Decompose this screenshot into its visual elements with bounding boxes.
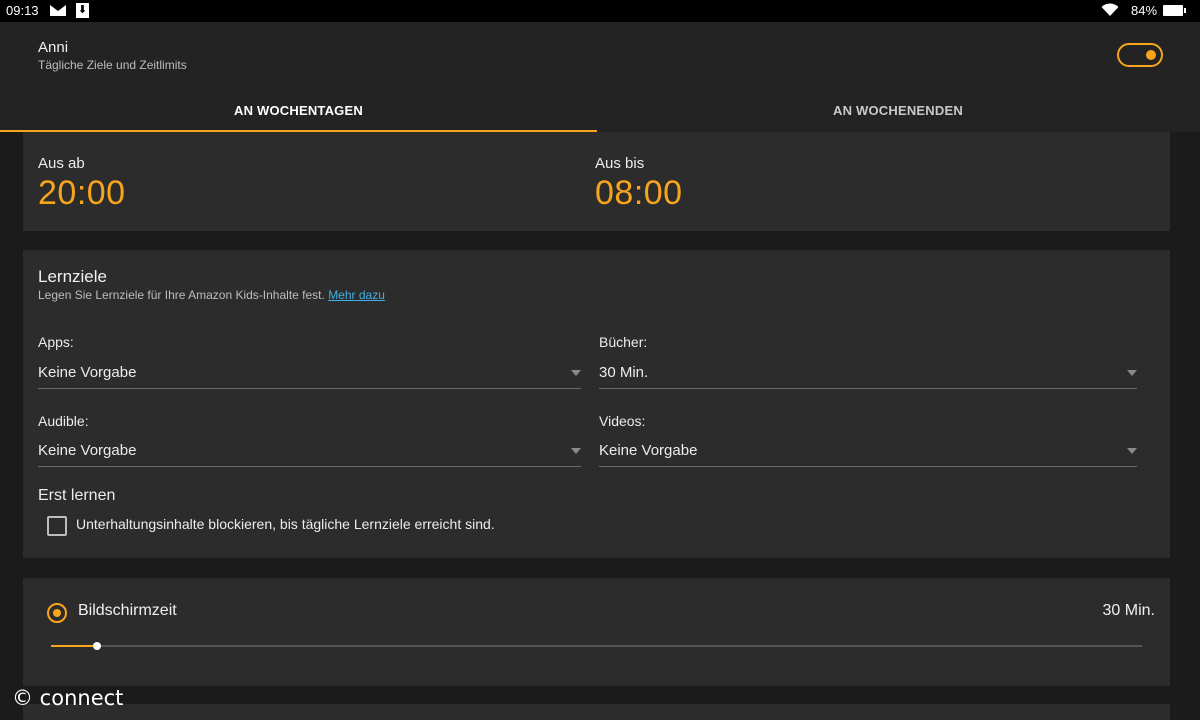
tab-weekends[interactable]: AN WOCHENENDEN <box>598 94 1198 132</box>
audible-label: Audible: <box>38 413 89 429</box>
chevron-down-icon <box>1127 370 1137 376</box>
tab-weekends-label: AN WOCHENENDEN <box>833 103 963 118</box>
audible-select[interactable]: Keine Vorgabe <box>38 436 581 467</box>
learn-more-link[interactable]: Mehr dazu <box>328 288 385 302</box>
audible-value: Keine Vorgabe <box>38 442 137 459</box>
wifi-icon <box>1101 3 1119 16</box>
download-icon: ⬇ <box>76 3 89 18</box>
status-time: 09:13 <box>6 3 39 18</box>
mail-icon <box>50 5 66 16</box>
learn-first-title: Erst lernen <box>38 487 116 504</box>
screen-time-value: 30 Min. <box>1102 602 1155 619</box>
off-until-label: Aus bis <box>595 155 645 172</box>
apps-label: Apps: <box>38 334 74 350</box>
goals-title: Lernziele <box>38 267 107 286</box>
books-value: 30 Min. <box>599 364 649 381</box>
chevron-down-icon <box>571 370 581 376</box>
next-card-edge <box>23 704 1170 720</box>
apps-select[interactable]: Keine Vorgabe <box>38 358 581 389</box>
screen-time-label: Bildschirmzeit <box>78 602 177 619</box>
tab-weekdays[interactable]: AN WOCHENTAGEN <box>0 94 597 132</box>
toggle-knob <box>1146 50 1156 60</box>
tab-weekdays-label: AN WOCHENTAGEN <box>234 103 363 118</box>
watermark: © connect <box>12 686 124 710</box>
apps-value: Keine Vorgabe <box>38 364 137 381</box>
chevron-down-icon <box>1127 448 1137 454</box>
block-entertainment-label[interactable]: Unterhaltungsinhalte blockieren, bis täg… <box>76 516 495 532</box>
battery-percent: 84% <box>1131 3 1158 18</box>
screen-time-slider[interactable] <box>51 642 1142 650</box>
battery-icon <box>1163 5 1186 16</box>
goals-description-text: Legen Sie Lernziele für Ihre Amazon Kids… <box>38 288 325 302</box>
learning-goals-card: Lernziele Legen Sie Lernziele für Ihre A… <box>23 250 1170 558</box>
videos-select[interactable]: Keine Vorgabe <box>599 436 1137 467</box>
slider-thumb[interactable] <box>92 642 101 650</box>
profile-toggle[interactable] <box>1117 43 1163 67</box>
videos-label: Videos: <box>599 413 646 429</box>
goals-description: Legen Sie Lernziele für Ihre Amazon Kids… <box>38 288 385 302</box>
block-entertainment-checkbox[interactable] <box>47 516 67 536</box>
off-until-time[interactable]: 08:00 <box>595 174 683 213</box>
profile-header: Anni Tägliche Ziele und Zeitlimits AN WO… <box>0 22 1200 132</box>
screen-time-card: Bildschirmzeit 30 Min. <box>23 578 1170 686</box>
chevron-down-icon <box>571 448 581 454</box>
profile-subtitle: Tägliche Ziele und Zeitlimits <box>38 58 187 72</box>
screen-time-radio[interactable] <box>47 603 67 623</box>
off-from-label: Aus ab <box>38 155 85 172</box>
slider-fill <box>51 645 97 647</box>
videos-value: Keine Vorgabe <box>599 442 698 459</box>
radio-dot <box>53 609 61 617</box>
books-select[interactable]: 30 Min. <box>599 358 1137 389</box>
books-label: Bücher: <box>599 334 648 350</box>
off-from-time[interactable]: 20:00 <box>38 174 126 213</box>
profile-name: Anni <box>38 39 69 56</box>
bedtime-card: Aus ab 20:00 Aus bis 08:00 <box>23 132 1170 231</box>
status-bar: 09:13 ⬇ 84% <box>0 0 1200 22</box>
